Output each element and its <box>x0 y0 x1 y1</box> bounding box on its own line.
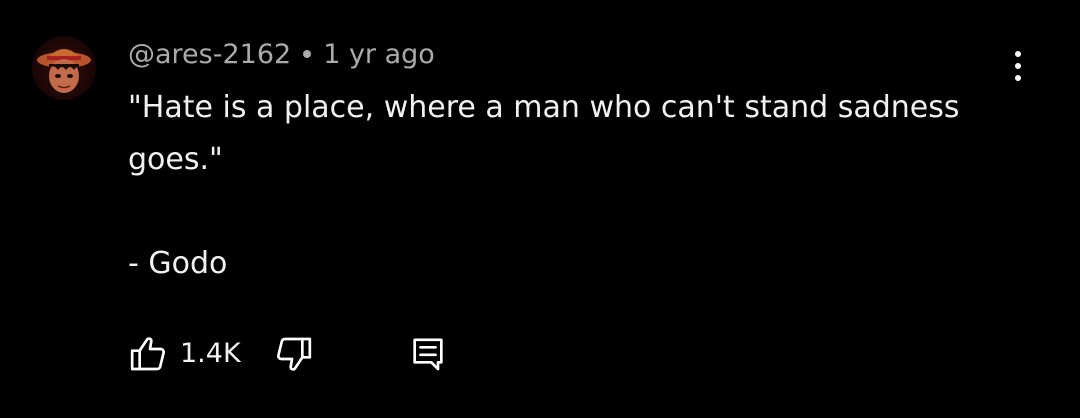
comment-text: "Hate is a place, where a man who can't … <box>128 82 1008 290</box>
menu-dot <box>1015 51 1021 57</box>
comment-icon[interactable] <box>408 334 448 374</box>
thumb-down-icon[interactable] <box>274 334 314 374</box>
comment-text-line: goes." <box>128 142 223 177</box>
like-count: 1.4K <box>180 338 241 369</box>
thumb-up-icon[interactable] <box>128 334 168 374</box>
more-vert-icon[interactable] <box>1000 46 1036 86</box>
menu-dot <box>1015 63 1021 69</box>
avatar-image <box>32 36 96 100</box>
author-name[interactable]: @ares-2162 <box>128 39 291 70</box>
comment-actions: 1.4K <box>128 332 528 376</box>
menu-dot <box>1015 75 1021 81</box>
separator-dot <box>303 50 312 58</box>
comment-text-line: "Hate is a place, where a man who can't … <box>128 90 960 125</box>
avatar[interactable] <box>32 36 96 100</box>
comment-time: 1 yr ago <box>323 38 435 70</box>
comment-meta: @ares-2162 1 yr ago <box>128 36 435 72</box>
comment-card: @ares-2162 1 yr ago "Hate is a place, wh… <box>0 0 1080 418</box>
comment-signature: - Godo <box>128 246 228 281</box>
